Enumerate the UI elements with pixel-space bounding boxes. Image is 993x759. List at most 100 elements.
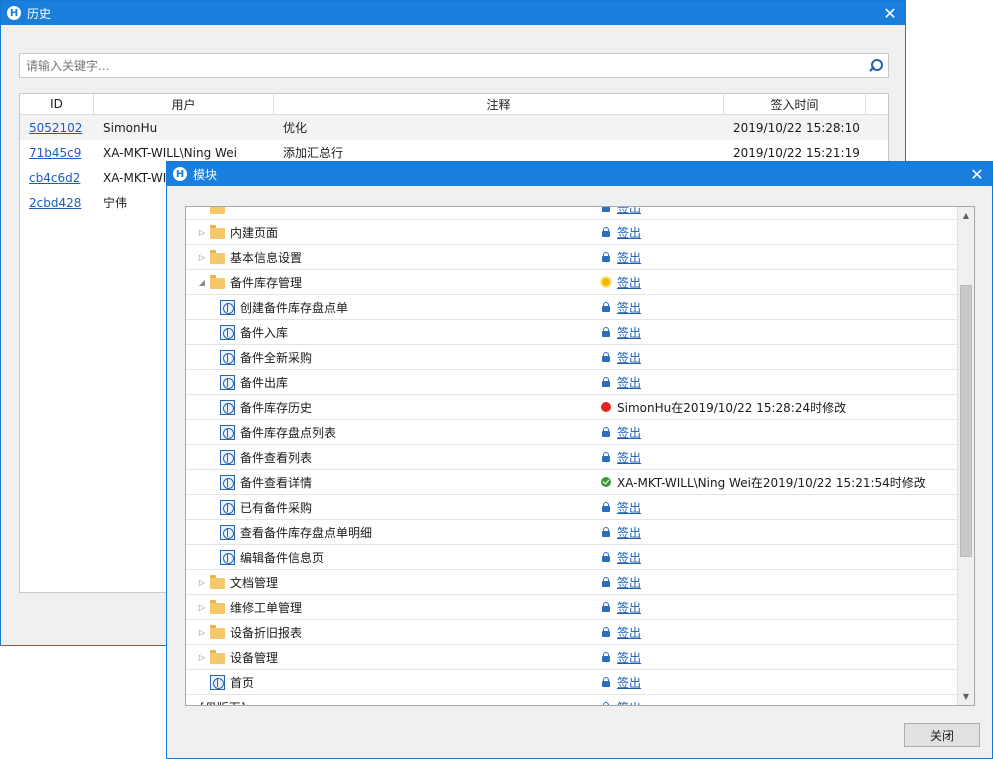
checkout-link[interactable]: 签出	[617, 224, 641, 241]
expand-arrow-icon[interactable]: ◢	[190, 702, 198, 706]
close-button[interactable]: 关闭	[904, 723, 980, 747]
tree-row[interactable]: ▷ 设备管理 签出	[186, 645, 958, 670]
expand-arrow-icon[interactable]: ◢	[198, 277, 206, 287]
status-cell: XA-MKT-WILL\Ning Wei在2019/10/22 15:21:54…	[601, 474, 926, 491]
search-input[interactable]	[20, 58, 866, 73]
lock-icon	[601, 527, 611, 537]
commit-id-link[interactable]: cb4c6d2	[29, 171, 80, 185]
tree-row[interactable]: ▷ 维修工单管理 签出	[186, 595, 958, 620]
collapse-arrow-icon[interactable]: ▷	[198, 227, 206, 237]
pending-status-icon	[602, 278, 610, 286]
tree-row[interactable]: ◢ 备件库存管理 签出	[186, 270, 958, 295]
tree-row[interactable]: 备件入库 签出	[186, 320, 958, 345]
column-header-time[interactable]: 签入时间	[724, 94, 866, 114]
checkout-link[interactable]: 签出	[617, 299, 641, 316]
collapse-arrow-icon[interactable]: ▷	[198, 577, 206, 587]
status-cell: 签出	[601, 274, 641, 291]
checkout-link[interactable]: 签出	[617, 424, 641, 441]
folder-icon	[210, 600, 225, 614]
folder-icon	[210, 207, 225, 214]
table-cell-user: SimonHu	[103, 120, 158, 135]
page-icon	[220, 450, 235, 465]
collapse-arrow-icon[interactable]: ▷	[198, 652, 206, 662]
checkout-link[interactable]: 签出	[617, 249, 641, 266]
checkout-link[interactable]: 签出	[617, 207, 641, 216]
commit-id-link[interactable]: 5052102	[29, 121, 82, 135]
folder-icon	[210, 250, 225, 264]
column-header-id[interactable]: ID	[20, 94, 94, 114]
tree-row[interactable]: 首页 签出	[186, 670, 958, 695]
tree-row[interactable]: ▷ 设备折旧报表 签出	[186, 620, 958, 645]
checkout-link[interactable]: 签出	[617, 524, 641, 541]
checkout-link[interactable]: 签出	[617, 374, 641, 391]
tree-row[interactable]: 备件库存历史 SimonHu在2019/10/22 15:28:24时修改	[186, 395, 958, 420]
tree-row[interactable]: 编辑备件信息页 签出	[186, 545, 958, 570]
history-table-header: ID 用户 注释 签入时间	[20, 94, 888, 115]
tree-row[interactable]: ◢[母版页] 签出	[186, 695, 958, 706]
checkout-link[interactable]: 签出	[617, 649, 641, 666]
column-header-note[interactable]: 注释	[274, 94, 724, 114]
scroll-up-icon[interactable]: ▲	[958, 207, 974, 224]
status-cell: 签出	[601, 674, 641, 691]
tree-row[interactable]: ▷ 文档管理 签出	[186, 570, 958, 595]
status-cell: 签出	[601, 374, 641, 391]
lock-icon	[601, 302, 611, 312]
tree-item-label: 备件库存历史	[240, 400, 313, 415]
checkout-link[interactable]: 签出	[617, 349, 641, 366]
checkout-link[interactable]: 签出	[617, 549, 641, 566]
module-close-icon[interactable]: ✕	[962, 162, 992, 186]
checkout-link[interactable]: 签出	[617, 574, 641, 591]
checkout-link[interactable]: 签出	[617, 449, 641, 466]
tree-row[interactable]: 签出	[186, 207, 958, 220]
lock-icon	[601, 677, 611, 687]
page-icon	[220, 325, 235, 340]
checkout-link[interactable]: 签出	[617, 324, 641, 341]
tree-row[interactable]: 备件出库 签出	[186, 370, 958, 395]
tree-item-label: 备件入库	[240, 325, 289, 340]
vertical-scrollbar[interactable]: ▲ ▼	[957, 207, 974, 705]
checkout-link[interactable]: 签出	[617, 624, 641, 641]
folder-icon	[210, 275, 225, 289]
collapse-arrow-icon[interactable]: ▷	[198, 602, 206, 612]
lock-icon	[601, 352, 611, 362]
commit-id-link[interactable]: 2cbd428	[29, 196, 81, 210]
collapse-arrow-icon[interactable]: ▷	[198, 252, 206, 262]
tree-row[interactable]: ▷ 基本信息设置 签出	[186, 245, 958, 270]
checkout-link[interactable]: 签出	[617, 674, 641, 691]
page-icon	[220, 425, 235, 440]
scroll-thumb[interactable]	[960, 285, 972, 557]
tree-row[interactable]: 备件查看列表 签出	[186, 445, 958, 470]
tree-row[interactable]: 备件全新采购 签出	[186, 345, 958, 370]
tree-row[interactable]: 查看备件库存盘点单明细 签出	[186, 520, 958, 545]
checkout-link[interactable]: 签出	[617, 599, 641, 616]
checkout-link[interactable]: 签出	[617, 499, 641, 516]
search-icon[interactable]	[866, 57, 884, 75]
history-close-icon[interactable]: ✕	[875, 1, 905, 25]
table-cell-user: XA-MKT-WILL\Ning Wei	[103, 145, 237, 160]
folder-icon	[210, 650, 225, 664]
page-icon	[220, 400, 235, 415]
tree-row[interactable]: 备件查看详情 XA-MKT-WILL\Ning Wei在2019/10/22 15…	[186, 470, 958, 495]
status-cell: 签出	[601, 207, 641, 216]
tree-item-label: 文档管理	[230, 575, 279, 590]
page-icon	[220, 525, 235, 540]
modified-red-icon	[601, 402, 611, 412]
tree-row[interactable]: 已有备件采购 签出	[186, 495, 958, 520]
tree-item-label: 查看备件库存盘点单明细	[240, 525, 373, 540]
tree-item-label: 设备管理	[230, 650, 279, 665]
tree-row[interactable]: 创建备件库存盘点单 签出	[186, 295, 958, 320]
checkout-link[interactable]: 签出	[617, 274, 641, 291]
table-row[interactable]: 5052102 SimonHu 优化 2019/10/22 15:28:10	[20, 115, 888, 140]
tree-item-label: [母版页]	[200, 699, 245, 706]
status-cell: 签出	[601, 224, 641, 241]
tree-row[interactable]: 备件库存盘点列表 签出	[186, 420, 958, 445]
collapse-arrow-icon[interactable]: ▷	[198, 627, 206, 637]
status-cell: 签出	[601, 549, 641, 566]
tree-item-label: 创建备件库存盘点单	[240, 300, 349, 315]
tree-row[interactable]: ▷ 内建页面 签出	[186, 220, 958, 245]
column-header-user[interactable]: 用户	[94, 94, 274, 114]
scroll-down-icon[interactable]: ▼	[958, 688, 974, 705]
tree-item-label: 备件查看详情	[240, 475, 313, 490]
checkout-link[interactable]: 签出	[617, 699, 641, 706]
commit-id-link[interactable]: 71b45c9	[29, 146, 81, 160]
